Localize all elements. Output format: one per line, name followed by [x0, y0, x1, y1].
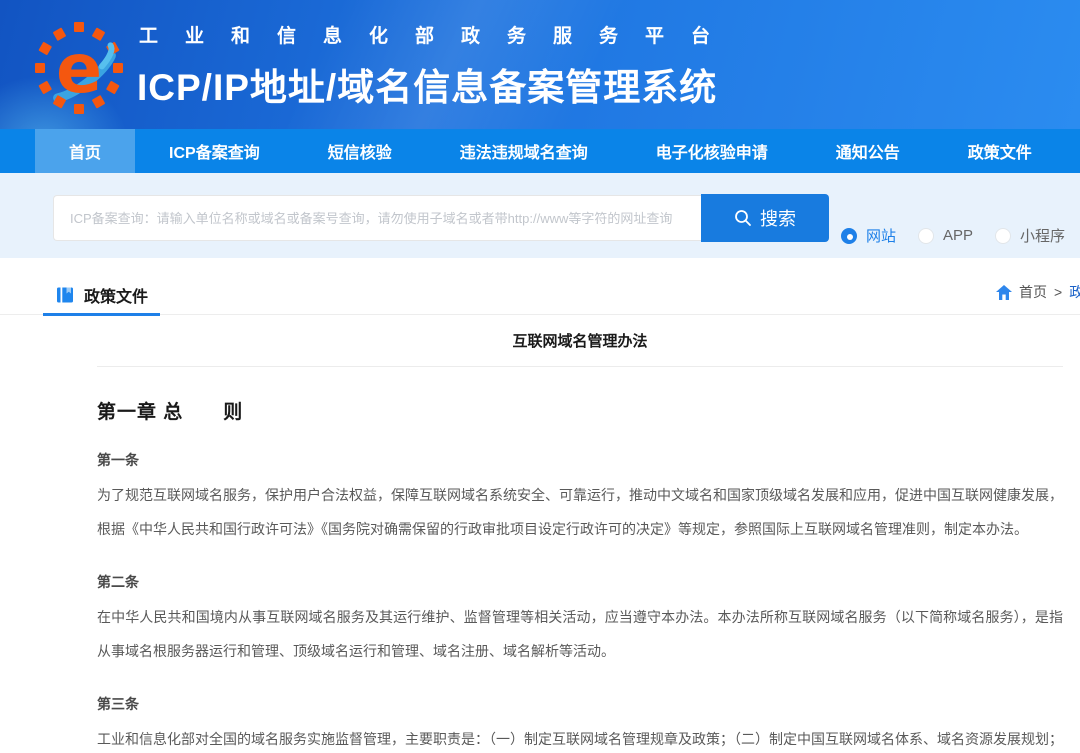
section-text: 工业和信息化部对全国的域名服务实施监督管理，主要职责是：（一）制定互联网域名管理…: [97, 722, 1063, 753]
section-text: 为了规范互联网域名服务，保护用户合法权益，保障互联网域名系统安全、可靠运行，推动…: [97, 478, 1063, 546]
main-nav: 首页 ICP备案查询 短信核验 违法违规域名查询 电子化核验申请 通知公告 政策…: [0, 129, 1080, 173]
radio-icon: [841, 228, 857, 244]
title-divider: [97, 366, 1063, 367]
breadcrumb-current[interactable]: 政策文件: [1069, 282, 1080, 302]
breadcrumb: 首页 > 政策文件: [996, 282, 1080, 302]
article: 互联网域名管理办法 第一章 总 则 第一条 为了规范互联网域名服务，保护用户合法…: [97, 330, 1063, 753]
tab-policy-files[interactable]: 政策文件: [43, 276, 160, 316]
miit-logo: e: [33, 12, 125, 118]
radio-label: APP: [943, 227, 973, 244]
law-section-1: 第一条 为了规范互联网域名服务，保护用户合法权益，保障互联网域名系统安全、可靠运…: [97, 450, 1063, 546]
breadcrumb-separator: >: [1054, 284, 1062, 300]
nav-item-icp-query[interactable]: ICP备案查询: [135, 129, 294, 173]
radio-label: 小程序: [1020, 225, 1065, 246]
platform-title: 工业和信息化部政务服务平台: [139, 21, 737, 48]
book-icon: [55, 285, 75, 305]
tab-row: 政策文件 首页 > 政策文件: [0, 258, 1080, 315]
radio-option-mini-program[interactable]: 小程序: [995, 225, 1065, 246]
chapter-heading: 第一章 总 则: [97, 397, 1063, 424]
radio-option-app[interactable]: APP: [918, 227, 973, 244]
section-label: 第二条: [97, 572, 1063, 592]
search-button-label: 搜索: [760, 205, 796, 231]
radio-icon: [918, 228, 934, 244]
system-title: ICP/IP地址/域名信息备案管理系统: [137, 57, 737, 111]
nav-item-illegal-domain-query[interactable]: 违法违规域名查询: [426, 129, 622, 173]
breadcrumb-home[interactable]: 首页: [1019, 282, 1047, 302]
nav-item-sms-verify[interactable]: 短信核验: [294, 129, 426, 173]
search-section: 搜索 网站 APP 小程序 快应用: [0, 173, 1080, 258]
radio-icon: [995, 228, 1011, 244]
search-icon: [734, 209, 752, 227]
law-section-2: 第二条 在中华人民共和国境内从事互联网域名服务及其运行维护、监督管理等相关活动，…: [97, 572, 1063, 668]
search-input[interactable]: [53, 195, 701, 241]
nav-item-home[interactable]: 首页: [35, 129, 135, 173]
nav-item-policy-files[interactable]: 政策文件: [934, 129, 1066, 173]
tab-label: 政策文件: [84, 283, 148, 307]
search-type-radio-group: 网站 APP 小程序 快应用: [841, 225, 1080, 246]
radio-label: 网站: [866, 225, 896, 246]
main-content: 政策文件 首页 > 政策文件 互联网域名管理办法 第一章 总 则 第一条 为了规…: [0, 258, 1080, 753]
gear-e-logo-icon: e: [33, 12, 125, 118]
nav-item-notices[interactable]: 通知公告: [802, 129, 934, 173]
section-label: 第三条: [97, 694, 1063, 714]
section-label: 第一条: [97, 450, 1063, 470]
section-text: 在中华人民共和国境内从事互联网域名服务及其运行维护、监督管理等相关活动，应当遵守…: [97, 600, 1063, 668]
radio-option-website[interactable]: 网站: [841, 225, 896, 246]
search-button[interactable]: 搜索: [701, 194, 829, 242]
home-icon: [996, 285, 1012, 300]
law-section-3: 第三条 工业和信息化部对全国的域名服务实施监督管理，主要职责是：（一）制定互联网…: [97, 694, 1063, 753]
site-header: e 工业和信息化部政务服务平台 ICP/IP地址/域名信息备案管理系统: [0, 0, 1080, 129]
svg-text:e: e: [56, 30, 102, 109]
nav-item-e-verification[interactable]: 电子化核验申请: [622, 129, 802, 173]
article-title: 互联网域名管理办法: [97, 330, 1063, 351]
